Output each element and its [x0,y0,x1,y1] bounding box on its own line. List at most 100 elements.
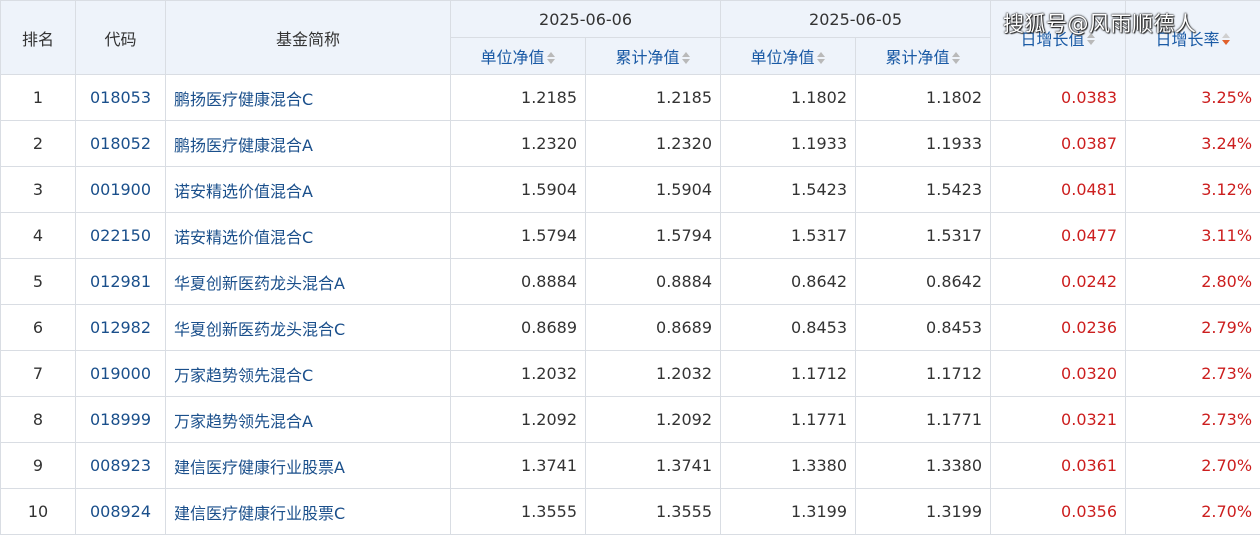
acc-nav-cell: 1.2032 [586,351,721,397]
acc-nav-cell: 1.3555 [586,489,721,535]
fund-code-link[interactable]: 022150 [76,213,166,259]
header-name: 基金简称 [166,1,451,75]
fund-code-link[interactable]: 008923 [76,443,166,489]
unit-nav-cell: 1.3741 [451,443,586,489]
header-growth-value[interactable]: 日增长值 [991,1,1126,75]
fund-name-link[interactable]: 建信医疗健康行业股票A [166,443,451,489]
header-unit-nav-1-label: 单位净值 [480,48,544,67]
growth-rate-cell: 2.70% [1126,443,1260,489]
fund-name-link[interactable]: 建信医疗健康行业股票C [166,489,451,535]
fund-name-link[interactable]: 万家趋势领先混合A [166,397,451,443]
acc-nav-cell: 1.2185 [586,75,721,121]
fund-code-link[interactable]: 001900 [76,167,166,213]
acc-nav-cell: 0.8453 [856,305,991,351]
header-acc-nav-2-label: 累计净值 [886,48,950,67]
growth-value-cell: 0.0387 [991,121,1126,167]
header-unit-nav-2-label: 单位净值 [751,48,815,67]
growth-rate-cell: 2.80% [1126,259,1260,305]
fund-code-link[interactable]: 018053 [76,75,166,121]
sort-icon[interactable] [681,52,691,66]
header-acc-nav-2[interactable]: 累计净值 [856,38,991,75]
unit-nav-cell: 1.1802 [721,75,856,121]
unit-nav-cell: 1.3199 [721,489,856,535]
unit-nav-cell: 0.8689 [451,305,586,351]
growth-rate-cell: 3.25% [1126,75,1260,121]
table-row: 7 019000 万家趋势领先混合C 1.2032 1.2032 1.1712 … [1,351,1260,397]
fund-code-link[interactable]: 019000 [76,351,166,397]
unit-nav-cell: 0.8642 [721,259,856,305]
fund-ranking-table: 排名 代码 基金简称 2025-06-06 2025-06-05 日增长值 日增… [0,0,1260,535]
unit-nav-cell: 1.2092 [451,397,586,443]
growth-value-cell: 0.0242 [991,259,1126,305]
unit-nav-cell: 0.8884 [451,259,586,305]
table-row: 10 008924 建信医疗健康行业股票C 1.3555 1.3555 1.31… [1,489,1260,535]
fund-name-link[interactable]: 诺安精选价值混合C [166,213,451,259]
unit-nav-cell: 1.3555 [451,489,586,535]
header-acc-nav-1[interactable]: 累计净值 [586,38,721,75]
table-row: 6 012982 华夏创新医药龙头混合C 0.8689 0.8689 0.845… [1,305,1260,351]
fund-name-link[interactable]: 鹏扬医疗健康混合A [166,121,451,167]
unit-nav-cell: 1.5317 [721,213,856,259]
acc-nav-cell: 1.1933 [856,121,991,167]
acc-nav-cell: 0.8642 [856,259,991,305]
table-row: 2 018052 鹏扬医疗健康混合A 1.2320 1.2320 1.1933 … [1,121,1260,167]
table-row: 9 008923 建信医疗健康行业股票A 1.3741 1.3741 1.338… [1,443,1260,489]
acc-nav-cell: 0.8689 [586,305,721,351]
rank-cell: 4 [1,213,76,259]
sort-icon[interactable] [546,52,556,66]
fund-name-link[interactable]: 鹏扬医疗健康混合C [166,75,451,121]
growth-rate-cell: 2.70% [1126,489,1260,535]
growth-value-cell: 0.0383 [991,75,1126,121]
sort-icon[interactable] [816,52,826,66]
acc-nav-cell: 1.5423 [856,167,991,213]
unit-nav-cell: 1.2185 [451,75,586,121]
acc-nav-cell: 1.5794 [586,213,721,259]
fund-name-link[interactable]: 华夏创新医药龙头混合A [166,259,451,305]
table-row: 8 018999 万家趋势领先混合A 1.2092 1.2092 1.1771 … [1,397,1260,443]
rank-cell: 2 [1,121,76,167]
growth-rate-cell: 3.11% [1126,213,1260,259]
rank-cell: 8 [1,397,76,443]
fund-code-link[interactable]: 018999 [76,397,166,443]
sort-desc-icon[interactable] [1221,33,1231,47]
acc-nav-cell: 1.2320 [586,121,721,167]
fund-code-link[interactable]: 012981 [76,259,166,305]
fund-code-link[interactable]: 012982 [76,305,166,351]
unit-nav-cell: 1.1771 [721,397,856,443]
header-unit-nav-1[interactable]: 单位净值 [451,38,586,75]
acc-nav-cell: 1.1802 [856,75,991,121]
fund-code-link[interactable]: 008924 [76,489,166,535]
table-row: 5 012981 华夏创新医药龙头混合A 0.8884 0.8884 0.864… [1,259,1260,305]
unit-nav-cell: 0.8453 [721,305,856,351]
unit-nav-cell: 1.3380 [721,443,856,489]
unit-nav-cell: 1.2320 [451,121,586,167]
sort-icon[interactable] [951,52,961,66]
fund-name-link[interactable]: 万家趋势领先混合C [166,351,451,397]
growth-value-cell: 0.0236 [991,305,1126,351]
acc-nav-cell: 1.2092 [586,397,721,443]
rank-cell: 3 [1,167,76,213]
sort-icon[interactable] [1086,33,1096,47]
header-growth-rate[interactable]: 日增长率 [1126,1,1260,75]
growth-rate-cell: 2.79% [1126,305,1260,351]
acc-nav-cell: 1.1771 [856,397,991,443]
rank-cell: 9 [1,443,76,489]
table-row: 1 018053 鹏扬医疗健康混合C 1.2185 1.2185 1.1802 … [1,75,1260,121]
acc-nav-cell: 1.1712 [856,351,991,397]
rank-cell: 10 [1,489,76,535]
growth-value-cell: 0.0477 [991,213,1126,259]
fund-name-link[interactable]: 华夏创新医药龙头混合C [166,305,451,351]
header-unit-nav-2[interactable]: 单位净值 [721,38,856,75]
acc-nav-cell: 1.5317 [856,213,991,259]
acc-nav-cell: 1.5904 [586,167,721,213]
header-date-2: 2025-06-05 [721,1,991,38]
header-code: 代码 [76,1,166,75]
fund-name-link[interactable]: 诺安精选价值混合A [166,167,451,213]
rank-cell: 1 [1,75,76,121]
unit-nav-cell: 1.2032 [451,351,586,397]
fund-code-link[interactable]: 018052 [76,121,166,167]
growth-value-cell: 0.0356 [991,489,1126,535]
unit-nav-cell: 1.5794 [451,213,586,259]
growth-rate-cell: 2.73% [1126,351,1260,397]
growth-value-cell: 0.0321 [991,397,1126,443]
